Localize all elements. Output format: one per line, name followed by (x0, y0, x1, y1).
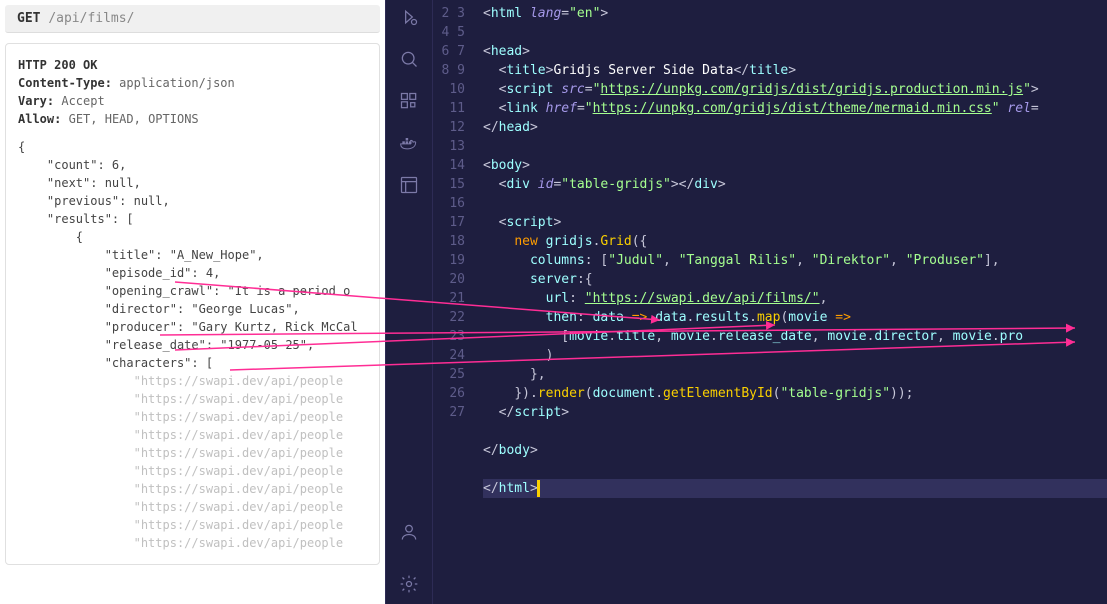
extensions-icon[interactable] (397, 89, 421, 113)
preview-icon[interactable] (397, 173, 421, 197)
http-method: GET (17, 11, 40, 26)
account-icon[interactable] (397, 520, 421, 544)
settings-icon[interactable] (397, 572, 421, 596)
cursor (538, 481, 539, 496)
code-editor[interactable]: 2 3 4 5 6 7 8 9 10 11 12 13 14 15 16 17 … (433, 0, 1107, 604)
json-body: { "count": 6, "next": null, "previous": … (18, 138, 367, 552)
line-gutter: 2 3 4 5 6 7 8 9 10 11 12 13 14 15 16 17 … (433, 0, 483, 604)
code-content[interactable]: <html lang="en"> <head> <title>Gridjs Se… (483, 0, 1107, 604)
api-request-bar: GET /api/films/ (5, 5, 380, 33)
search-icon[interactable] (397, 47, 421, 71)
activity-bar (385, 0, 433, 604)
run-debug-icon[interactable] (397, 5, 421, 29)
docker-icon[interactable] (397, 131, 421, 155)
status-line: HTTP 200 OK (18, 58, 97, 72)
api-path: /api/films/ (48, 11, 134, 26)
api-response-body: HTTP 200 OK Content-Type: application/js… (5, 43, 380, 565)
api-response-panel: GET /api/films/ HTTP 200 OK Content-Type… (0, 0, 385, 604)
